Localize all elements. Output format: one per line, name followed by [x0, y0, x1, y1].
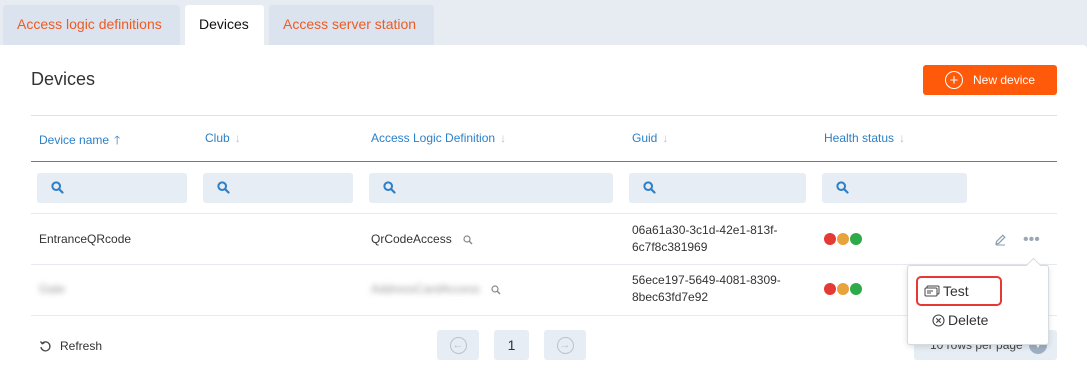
- access-logic-text: QrCodeAccess: [371, 232, 452, 246]
- column-header-device-name[interactable]: Device name 🡑: [39, 131, 120, 152]
- table-top-divider: [31, 115, 1057, 116]
- column-header-health-status[interactable]: Health status ↓: [824, 131, 905, 145]
- row-divider: [31, 315, 1057, 316]
- filter-device-name[interactable]: [37, 173, 187, 203]
- row-context-menu: Test Delete: [907, 265, 1049, 345]
- tab-label: Devices: [199, 16, 249, 32]
- menu-item-label: Delete: [948, 312, 989, 328]
- tab-access-logic-definitions[interactable]: Access logic definitions: [3, 5, 180, 45]
- refresh-icon: [39, 340, 51, 351]
- row-divider: [31, 264, 1057, 265]
- menu-item-test[interactable]: Test: [916, 276, 1002, 306]
- magnifier-icon[interactable]: [463, 235, 473, 245]
- page-title: Devices: [31, 69, 96, 89]
- refresh-button[interactable]: Refresh: [39, 339, 102, 353]
- search-icon: [643, 181, 656, 194]
- cell-guid: 56ece197-5649-4081-8309- 8bec63fd7e92: [632, 272, 802, 306]
- guid-line: 8bec63fd7e92: [632, 290, 709, 304]
- filter-device-name-input[interactable]: [73, 179, 179, 197]
- test-card-icon: [924, 285, 940, 297]
- filter-health-status-input[interactable]: [858, 179, 959, 197]
- guid-line: 06a61a30-3c1d-42e1-813f-: [632, 223, 778, 237]
- sort-arrow-icon: ↓: [234, 131, 241, 145]
- tab-access-server-station[interactable]: Access server station: [269, 5, 434, 45]
- column-header-club[interactable]: Club ↓: [205, 131, 241, 145]
- page-number: 1: [507, 337, 516, 353]
- status-dot-red: [824, 283, 836, 295]
- sort-arrow-icon: ↓: [662, 131, 669, 145]
- previous-page-button[interactable]: ←: [437, 330, 479, 360]
- delete-circle-x-icon: [932, 313, 945, 327]
- filter-access-logic-input[interactable]: [405, 179, 605, 197]
- search-icon: [383, 181, 396, 194]
- new-device-button[interactable]: + New device: [923, 65, 1057, 95]
- column-label: Device name: [39, 133, 110, 147]
- status-dot-green: [850, 283, 862, 295]
- more-options-icon[interactable]: •••: [1023, 231, 1040, 249]
- sort-arrow-icon: ↓: [899, 131, 906, 145]
- cell-device-name: EntranceQRcode: [39, 232, 132, 246]
- column-label: Health status: [824, 131, 895, 145]
- search-icon: [836, 181, 849, 194]
- page-number-button[interactable]: 1: [494, 330, 529, 360]
- filter-guid-input[interactable]: [665, 179, 798, 197]
- arrow-left-icon: ←: [449, 336, 467, 354]
- magnifier-icon[interactable]: [491, 285, 501, 295]
- filter-health-status[interactable]: [822, 173, 967, 203]
- status-dot-green: [850, 233, 862, 245]
- filter-guid[interactable]: [629, 173, 806, 203]
- cell-guid: 06a61a30-3c1d-42e1-813f- 6c7f8c381969: [632, 222, 802, 256]
- menu-item-delete[interactable]: Delete: [932, 312, 988, 328]
- sort-ascending-icon: 🡑: [114, 133, 121, 147]
- plus-circle-icon: +: [945, 71, 963, 89]
- column-label: Guid: [632, 131, 658, 145]
- guid-line: 6c7f8c381969: [632, 240, 708, 254]
- next-page-button[interactable]: →: [544, 330, 586, 360]
- column-label: Club: [205, 131, 230, 145]
- tab-label: Access logic definitions: [17, 16, 162, 32]
- column-header-guid[interactable]: Guid ↓: [632, 131, 668, 145]
- cell-device-name: Gate: [39, 282, 66, 296]
- filter-club[interactable]: [203, 173, 353, 203]
- refresh-label: Refresh: [60, 339, 103, 353]
- header-divider: [31, 161, 1057, 162]
- status-dot-red: [824, 233, 836, 245]
- sort-arrow-icon: ↓: [500, 131, 507, 145]
- search-icon: [217, 181, 230, 194]
- column-label: Access Logic Definition: [371, 131, 496, 145]
- search-icon: [51, 181, 64, 194]
- status-dot-amber: [837, 233, 849, 245]
- tab-label: Access server station: [283, 16, 417, 32]
- tab-devices[interactable]: Devices: [185, 5, 264, 45]
- row-divider: [31, 213, 1057, 214]
- cell-access-logic: QrCodeAccess: [371, 232, 473, 246]
- filter-access-logic[interactable]: [369, 173, 613, 203]
- health-status-indicator: [824, 233, 862, 245]
- arrow-right-icon: →: [556, 336, 574, 354]
- health-status-indicator: [824, 283, 862, 295]
- new-device-label: New device: [973, 73, 1036, 87]
- guid-line: 56ece197-5649-4081-8309-: [632, 273, 781, 287]
- filter-club-input[interactable]: [239, 179, 345, 197]
- access-logic-text: AddressCardAccess: [371, 282, 480, 296]
- menu-item-label: Test: [943, 283, 969, 299]
- edit-pencil-icon[interactable]: [994, 233, 1007, 246]
- status-dot-amber: [837, 283, 849, 295]
- column-header-access-logic-definition[interactable]: Access Logic Definition ↓: [371, 131, 506, 145]
- cell-access-logic: AddressCardAccess: [371, 282, 501, 296]
